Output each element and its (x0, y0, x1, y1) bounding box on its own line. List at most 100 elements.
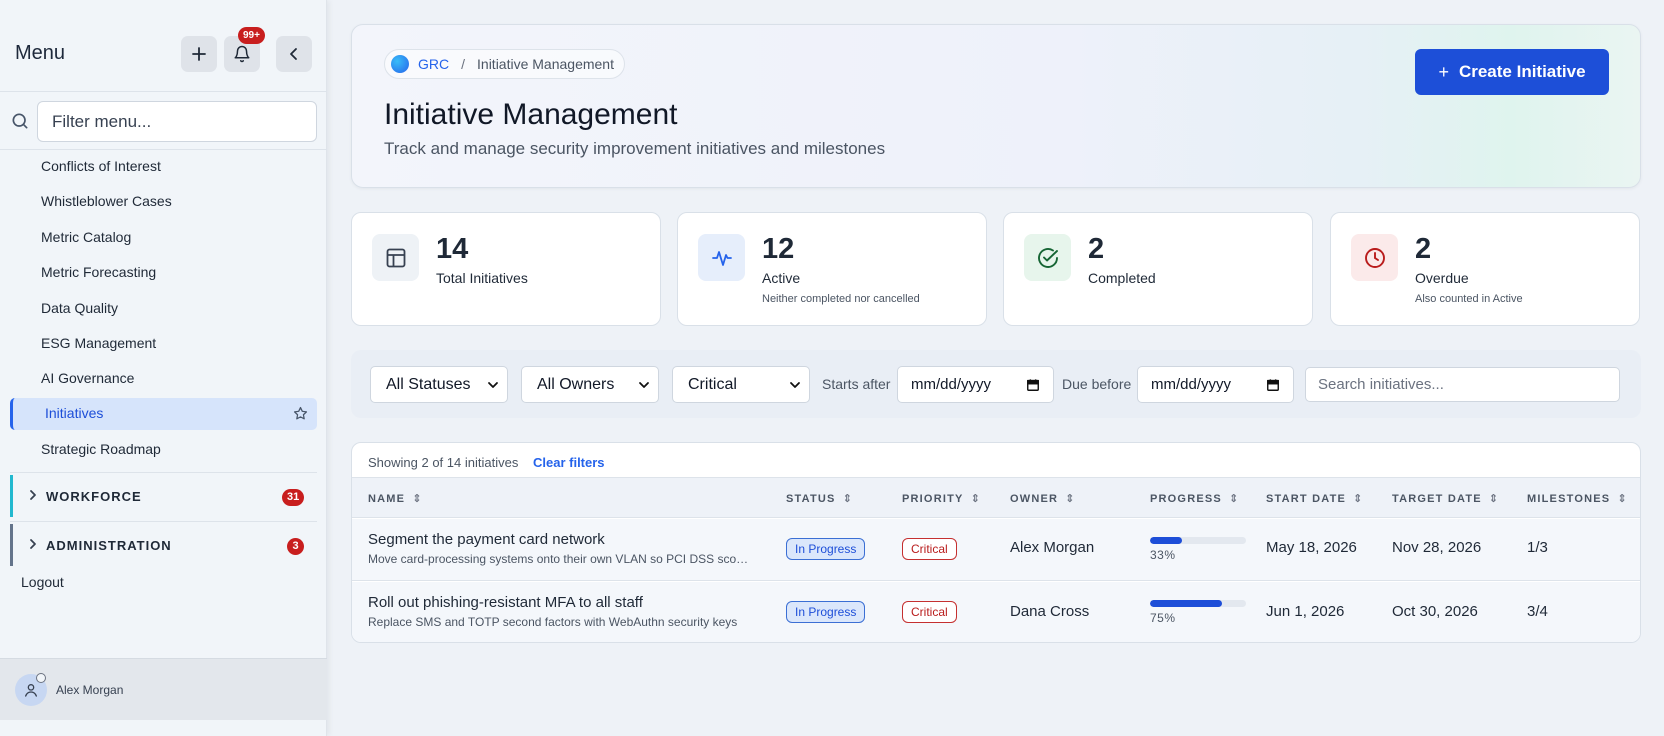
table-header: NAME ⇕ STATUS ⇕ PRIORITY ⇕ OWNER ⇕ PROGRESS ⇕… (352, 477, 1640, 518)
sidebar-section-administration[interactable]: ADMINISTRATION 3 (10, 524, 317, 566)
column-header-start-date[interactable]: START DATE ⇕ (1266, 492, 1363, 506)
priority-select[interactable]: Critical (672, 366, 810, 403)
clear-filters-link[interactable]: Clear filters (533, 455, 605, 470)
starts-after-date-input[interactable]: mm/dd/yyyy (897, 366, 1054, 403)
owner-cell: Dana Cross (1010, 603, 1090, 620)
bell-icon (234, 45, 250, 63)
clock-icon (1351, 234, 1398, 281)
sort-icon: ⇕ (1065, 493, 1076, 505)
breadcrumb-separator: / (461, 56, 466, 72)
sidebar-section-workforce[interactable]: WORKFORCE 31 (10, 475, 317, 517)
sidebar-item-metric-forecasting[interactable]: Metric Forecasting (41, 264, 156, 280)
start-date-cell: May 18, 2026 (1266, 539, 1357, 556)
sidebar-item-strategic-roadmap[interactable]: Strategic Roadmap (41, 441, 161, 457)
chevron-left-icon (290, 48, 297, 60)
stat-label: Active (762, 270, 801, 286)
user-icon (25, 684, 37, 697)
priority-select-value: Critical (688, 375, 737, 393)
create-initiative-label: Create Initiative (1458, 62, 1586, 81)
status-select-value: All Statuses (386, 375, 471, 393)
sort-icon: ⇕ (842, 493, 853, 505)
breadcrumb-root-link[interactable]: GRC (418, 56, 449, 72)
filter-menu-input[interactable] (37, 101, 317, 142)
breadcrumb-current: Initiative Management (477, 56, 614, 72)
initiatives-table: Showing 2 of 14 initiatives Clear filter… (351, 442, 1641, 643)
sidebar-item-esg-management[interactable]: ESG Management (41, 335, 156, 351)
chevron-down-icon (639, 382, 649, 388)
column-header-priority[interactable]: PRIORITY ⇕ (902, 492, 981, 506)
stat-note: Neither completed nor cancelled (762, 293, 920, 305)
table-icon (372, 234, 419, 281)
progress-fill (1150, 600, 1222, 607)
column-header-owner[interactable]: OWNER ⇕ (1010, 492, 1076, 506)
column-header-milestones[interactable]: MILESTONES ⇕ (1527, 492, 1628, 506)
sidebar-item-data-quality[interactable]: Data Quality (41, 300, 118, 316)
progress-percent: 33% (1150, 548, 1176, 562)
sidebar-header: Menu 99+ (0, 0, 327, 92)
table-row[interactable]: Segment the payment card network Move ca… (352, 519, 1640, 581)
stat-label: Total Initiatives (436, 270, 528, 286)
user-name: Alex Morgan (56, 683, 124, 697)
section-label: ADMINISTRATION (46, 538, 172, 553)
add-button[interactable] (181, 36, 217, 72)
sort-icon: ⇕ (970, 493, 981, 505)
due-before-label: Due before (1062, 376, 1132, 392)
collapse-sidebar-button[interactable] (276, 36, 312, 72)
stat-label: Completed (1088, 270, 1156, 286)
logout-link[interactable]: Logout (21, 574, 64, 590)
section-count-badge: 31 (282, 489, 305, 506)
sidebar-item-metric-catalog[interactable]: Metric Catalog (41, 229, 131, 245)
chevron-right-icon (30, 539, 36, 549)
initiative-name[interactable]: Roll out phishing-resistant MFA to all s… (368, 594, 643, 611)
stat-value: 2 (1415, 233, 1432, 265)
stat-card-completed: 2 Completed (1003, 212, 1313, 326)
search-initiatives-input[interactable] (1305, 367, 1620, 402)
results-count: Showing 2 of 14 initiatives (368, 455, 519, 470)
column-header-target-date[interactable]: TARGET DATE ⇕ (1392, 492, 1499, 506)
sidebar-filter-row (0, 93, 327, 150)
stat-label: Overdue (1415, 270, 1469, 286)
due-before-date-input[interactable]: mm/dd/yyyy (1137, 366, 1294, 403)
target-date-cell: Nov 28, 2026 (1392, 539, 1482, 556)
plus-icon (192, 47, 206, 61)
sidebar-divider (10, 521, 317, 522)
column-header-status[interactable]: STATUS ⇕ (786, 492, 853, 506)
chevron-down-icon (488, 382, 498, 388)
initiative-name[interactable]: Segment the payment card network (368, 531, 605, 548)
sidebar-item-conflicts-of-interest[interactable]: Conflicts of Interest (41, 158, 161, 174)
owner-select-value: All Owners (537, 375, 615, 393)
owner-select[interactable]: All Owners (521, 366, 659, 403)
create-initiative-button[interactable]: + Create Initiative (1415, 49, 1609, 95)
sidebar-item-ai-governance[interactable]: AI Governance (41, 370, 134, 386)
status-select[interactable]: All Statuses (370, 366, 508, 403)
column-header-name[interactable]: NAME ⇕ (368, 492, 423, 506)
column-header-progress[interactable]: PROGRESS ⇕ (1150, 492, 1239, 506)
sidebar-title: Menu (15, 42, 66, 64)
milestones-cell: 3/4 (1527, 603, 1548, 620)
chevron-right-icon (30, 490, 36, 500)
page-subtitle: Track and manage security improvement in… (384, 139, 886, 158)
stat-card-active: 12 Active Neither completed nor cancelle… (677, 212, 987, 326)
stat-note: Also counted in Active (1415, 293, 1523, 305)
sidebar-item-whistleblower-cases[interactable]: Whistleblower Cases (41, 193, 172, 209)
stat-value: 12 (762, 233, 795, 265)
start-date-cell: Jun 1, 2026 (1266, 603, 1345, 620)
sort-icon: ⇕ (1617, 493, 1628, 505)
initiative-description: Move card-processing systems onto their … (368, 552, 753, 566)
progress-bar (1150, 537, 1246, 544)
user-footer[interactable]: Alex Morgan (0, 658, 327, 720)
calendar-icon[interactable] (1026, 378, 1040, 392)
calendar-icon[interactable] (1266, 378, 1280, 392)
table-row[interactable]: Roll out phishing-resistant MFA to all s… (352, 582, 1640, 642)
date-placeholder: mm/dd/yyyy (1151, 376, 1232, 393)
stat-card-overdue: 2 Overdue Also counted in Active (1330, 212, 1640, 326)
target-date-cell: Oct 30, 2026 (1392, 603, 1478, 620)
stat-value: 2 (1088, 233, 1105, 265)
sidebar: Menu 99+ Conflicts of Interest Whistlebl… (0, 0, 327, 736)
check-circle-icon (1024, 234, 1071, 281)
page-title: Initiative Management (384, 98, 678, 131)
sort-icon: ⇕ (412, 493, 423, 505)
chevron-down-icon (790, 382, 800, 388)
sidebar-item-initiatives[interactable]: Initiatives (10, 398, 317, 430)
star-icon[interactable] (293, 406, 308, 421)
